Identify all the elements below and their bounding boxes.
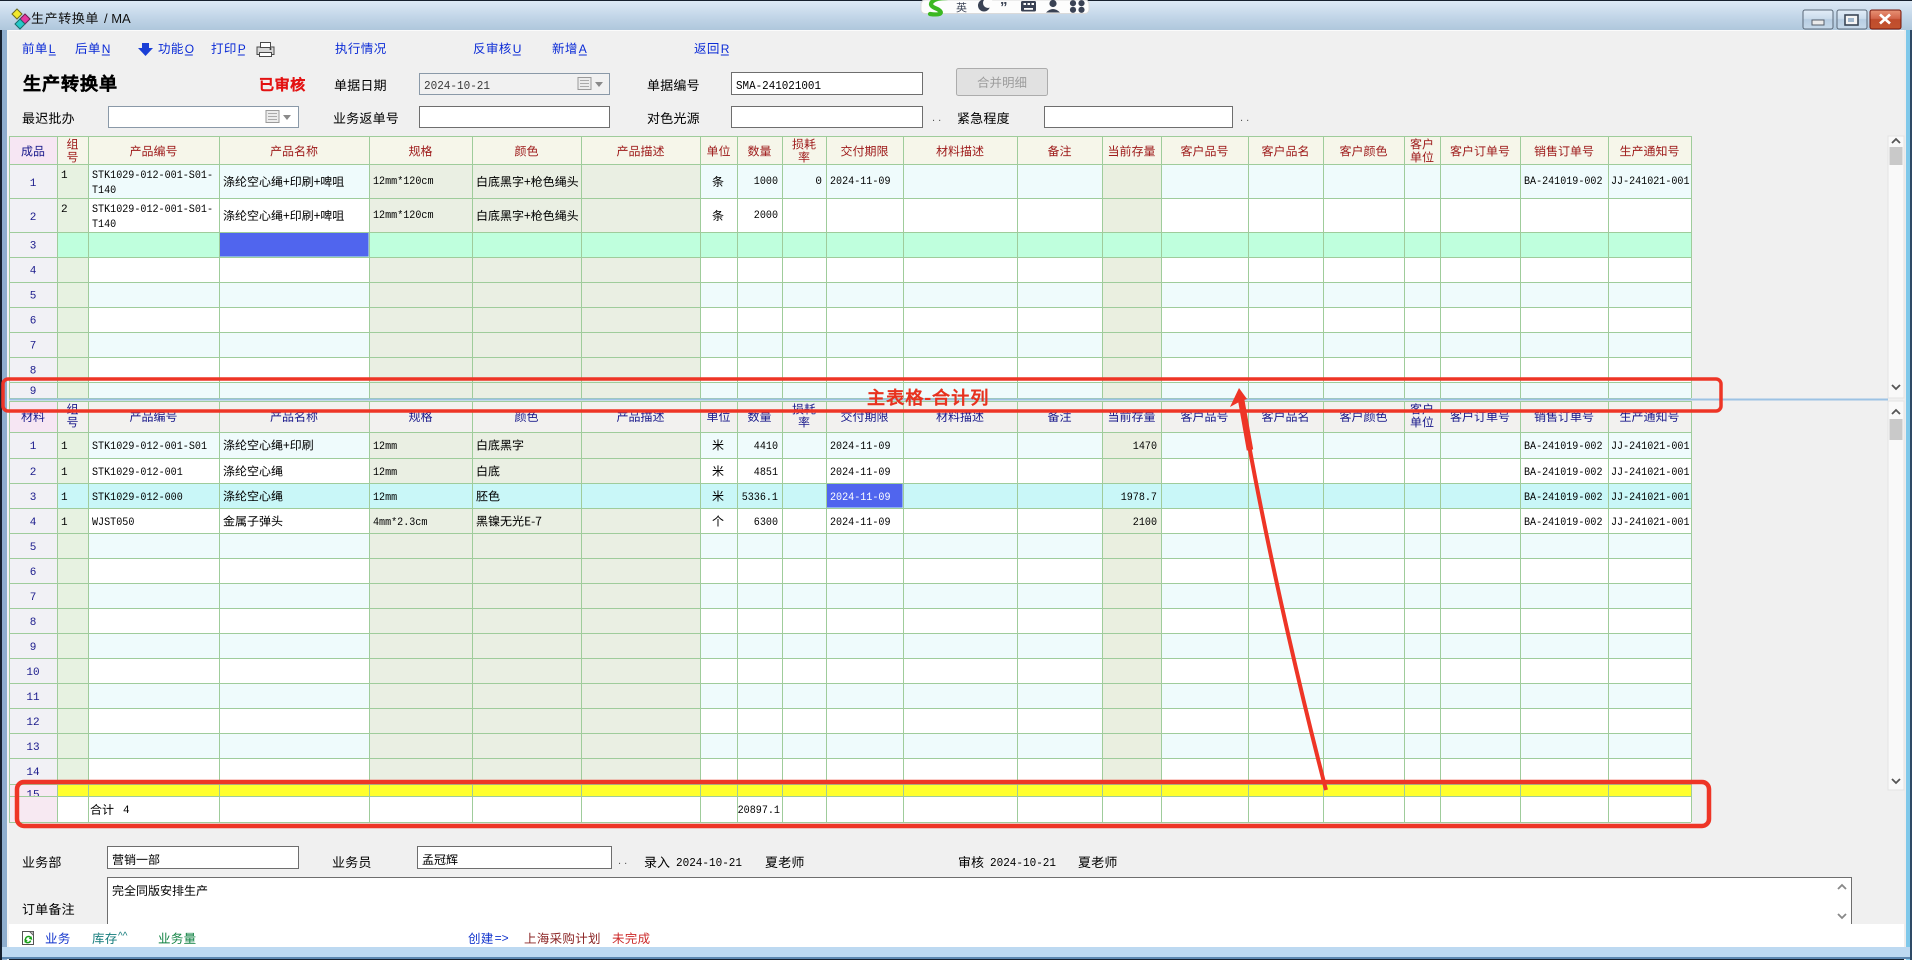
svg-text:6300: 6300 — [754, 517, 778, 529]
svg-text:STK1029-012-001-S01-: STK1029-012-001-S01- — [92, 204, 213, 216]
svg-text:WJST050: WJST050 — [92, 517, 134, 529]
svg-text:3: 3 — [30, 492, 37, 504]
svg-text:N: N — [102, 42, 111, 56]
svg-text:2024-11-09: 2024-11-09 — [830, 467, 891, 479]
svg-text:1470: 1470 — [1133, 441, 1157, 453]
svg-text:7: 7 — [30, 341, 37, 353]
svg-text:JJ-241021-001: JJ-241021-001 — [1611, 517, 1690, 529]
svg-text:2: 2 — [30, 467, 37, 479]
svg-text:5336.1: 5336.1 — [742, 492, 779, 504]
svg-text:BA-241019-002: BA-241019-002 — [1524, 492, 1603, 504]
svg-text:R: R — [721, 42, 730, 56]
svg-text:4mm*2.3cm: 4mm*2.3cm — [373, 517, 428, 529]
svg-text:4410: 4410 — [754, 441, 778, 453]
svg-text:1: 1 — [61, 517, 68, 529]
svg-text:1: 1 — [61, 441, 68, 453]
svg-text:. .: . . — [1240, 112, 1249, 124]
svg-text:STK1029-012-001-S01: STK1029-012-001-S01 — [92, 441, 207, 453]
svg-text:0: 0 — [815, 176, 822, 188]
svg-text:10: 10 — [26, 667, 39, 679]
svg-text:12mm: 12mm — [373, 492, 398, 504]
svg-text:12mm: 12mm — [373, 441, 398, 453]
svg-text:L: L — [49, 42, 56, 56]
svg-text:T140: T140 — [92, 219, 116, 231]
svg-text:1000: 1000 — [754, 176, 778, 188]
svg-text:/ MA: / MA — [104, 11, 131, 26]
svg-text:STK1029-012-001: STK1029-012-001 — [92, 467, 183, 479]
svg-text:2: 2 — [61, 204, 68, 216]
svg-text:U: U — [513, 42, 522, 56]
svg-text:. .: . . — [932, 112, 941, 124]
svg-text:7: 7 — [30, 592, 37, 604]
svg-text:6: 6 — [30, 316, 37, 328]
svg-text:4: 4 — [30, 517, 37, 529]
svg-text:12mm*120cm: 12mm*120cm — [373, 210, 434, 222]
svg-text:6: 6 — [30, 567, 37, 579]
svg-text:14: 14 — [26, 767, 40, 779]
svg-text:BA-241019-002: BA-241019-002 — [1524, 467, 1603, 479]
svg-text:JJ-241021-001: JJ-241021-001 — [1611, 176, 1690, 188]
svg-text:. .: . . — [618, 855, 627, 867]
svg-text:1: 1 — [30, 441, 37, 453]
svg-text:1978.7: 1978.7 — [1121, 492, 1157, 504]
svg-text:”: ” — [1000, 0, 1008, 16]
svg-text:12mm*120cm: 12mm*120cm — [373, 176, 434, 188]
svg-text:O: O — [185, 42, 194, 56]
svg-text:2: 2 — [30, 212, 37, 224]
svg-text:T140: T140 — [92, 185, 116, 197]
svg-text:P: P — [238, 42, 246, 56]
svg-text:8: 8 — [30, 366, 37, 378]
svg-text:2024-11-09: 2024-11-09 — [830, 176, 891, 188]
svg-text:4: 4 — [30, 266, 37, 278]
svg-text:1: 1 — [30, 178, 37, 190]
svg-text:JJ-241021-001: JJ-241021-001 — [1611, 492, 1690, 504]
svg-text:9: 9 — [30, 386, 37, 398]
svg-text:2000: 2000 — [754, 210, 778, 222]
svg-text:BA-241019-002: BA-241019-002 — [1524, 176, 1603, 188]
svg-text:SMA-241021001: SMA-241021001 — [736, 79, 821, 93]
svg-text:3: 3 — [30, 241, 37, 253]
svg-text:4851: 4851 — [754, 467, 779, 479]
svg-text:BA-241019-002: BA-241019-002 — [1524, 517, 1603, 529]
svg-text:=>: => — [495, 931, 509, 945]
svg-text:2100: 2100 — [1133, 517, 1157, 529]
svg-text:5: 5 — [30, 542, 37, 554]
svg-text:12mm: 12mm — [373, 467, 398, 479]
svg-text:STK1029-012-000: STK1029-012-000 — [92, 492, 183, 504]
svg-text:4: 4 — [123, 805, 130, 817]
svg-text:STK1029-012-001-S01-: STK1029-012-001-S01- — [92, 170, 213, 182]
svg-text:JJ-241021-001: JJ-241021-001 — [1611, 441, 1690, 453]
svg-text:1: 1 — [61, 492, 68, 504]
svg-text:1: 1 — [61, 467, 68, 479]
svg-text:20897.1: 20897.1 — [738, 805, 781, 817]
svg-text:5: 5 — [30, 291, 37, 303]
svg-text:2024-11-09: 2024-11-09 — [830, 441, 891, 453]
svg-text:A: A — [579, 42, 587, 56]
svg-text:JJ-241021-001: JJ-241021-001 — [1611, 467, 1690, 479]
svg-text:^^: ^^ — [118, 931, 128, 942]
svg-text:2024-10-21: 2024-10-21 — [676, 856, 742, 870]
svg-text:11: 11 — [26, 692, 40, 704]
svg-text:2024-11-09: 2024-11-09 — [830, 492, 891, 504]
svg-text:12: 12 — [26, 717, 39, 729]
svg-text:9: 9 — [30, 642, 37, 654]
svg-text:8: 8 — [30, 617, 37, 629]
svg-text:BA-241019-002: BA-241019-002 — [1524, 441, 1603, 453]
svg-text:2024-11-09: 2024-11-09 — [830, 517, 891, 529]
svg-text:13: 13 — [26, 742, 39, 754]
svg-text:2024-10-21: 2024-10-21 — [990, 856, 1056, 870]
svg-text:1: 1 — [61, 170, 68, 182]
svg-text:2024-10-21: 2024-10-21 — [424, 79, 490, 93]
